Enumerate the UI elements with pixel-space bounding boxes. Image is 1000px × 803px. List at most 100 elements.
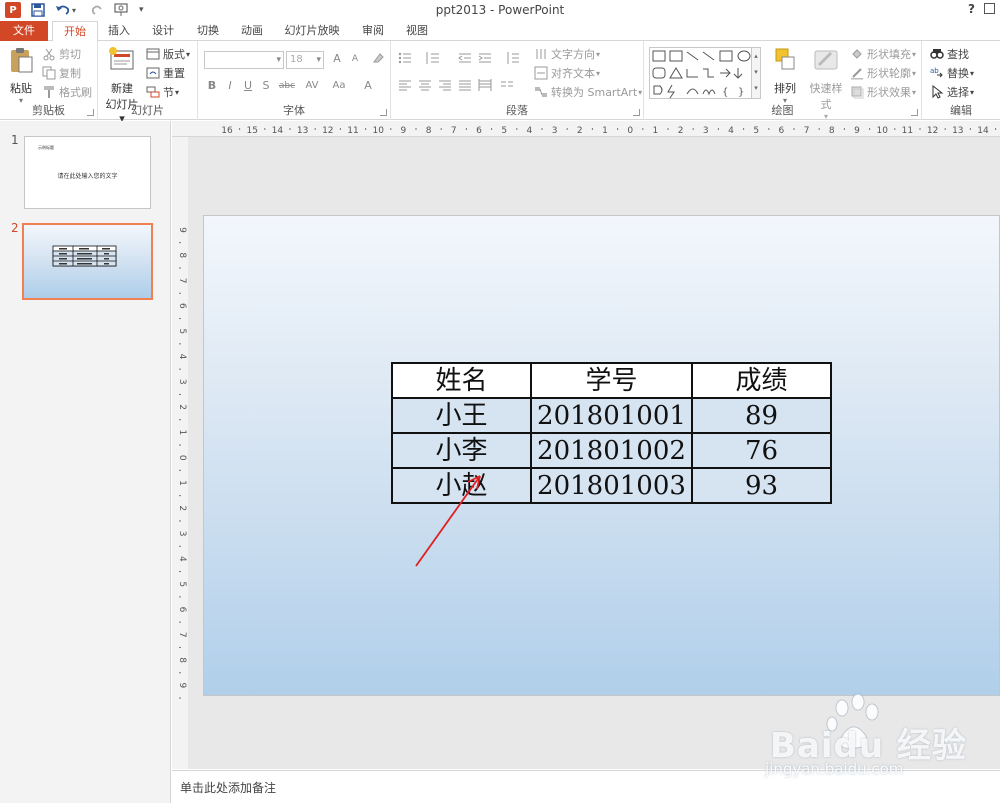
ruler-tick	[289, 128, 291, 130]
italic-button[interactable]: I	[222, 78, 238, 94]
replace-button[interactable]: ab 替换 ▾	[930, 64, 974, 82]
paragraph-launcher-icon[interactable]	[633, 109, 640, 116]
header-cell-score[interactable]: 成绩	[691, 362, 832, 399]
align-left-icon[interactable]	[397, 78, 413, 94]
ruler-tick	[365, 128, 367, 130]
ruler-label: 8	[177, 252, 187, 258]
underline-button[interactable]: U	[240, 78, 256, 94]
table-cell[interactable]: 201801003	[530, 467, 693, 504]
strikethrough-button[interactable]: abc	[276, 78, 298, 94]
ruler-tick	[179, 368, 181, 370]
ruler-tick	[179, 571, 181, 573]
change-case-button[interactable]: Aa	[328, 78, 350, 94]
shadow-button[interactable]: S	[258, 78, 274, 94]
arrange-button[interactable]: 排列 ▾	[769, 45, 801, 105]
tab-insert[interactable]: 插入	[100, 21, 138, 41]
align-text-button[interactable]: 对齐文本 ▾	[534, 64, 600, 82]
tab-file[interactable]: 文件	[0, 21, 48, 41]
format-painter-label: 格式刷	[59, 86, 92, 99]
header-cell-name[interactable]: 姓名	[391, 362, 532, 399]
cut-button[interactable]: 剪切	[42, 45, 81, 63]
ruler-label: 4	[177, 354, 187, 360]
font-color-button[interactable]: A	[360, 78, 376, 94]
restore-window-icon[interactable]	[984, 3, 995, 14]
font-size-combo[interactable]: 18	[286, 51, 324, 69]
slide-thumbnail-2[interactable]	[22, 223, 153, 300]
ruler-tick	[179, 242, 181, 244]
shape-fill-button[interactable]: 形状填充 ▾	[850, 45, 916, 63]
ruler-tick	[179, 267, 181, 269]
ruler-label: 9	[854, 126, 860, 136]
reset-button[interactable]: 重置	[146, 64, 185, 82]
shapes-scroll-icon[interactable]: ▴ ▾ ▾	[751, 47, 761, 99]
shape-outline-button[interactable]: 形状轮廓 ▾	[850, 64, 916, 82]
ruler-tick	[692, 128, 694, 130]
shrink-font-button[interactable]: A	[347, 51, 363, 67]
student-table[interactable]: 姓名 学号 成绩 小王 201801001 89 小李 201801002 76…	[391, 362, 832, 504]
section-button[interactable]: 节 ▾	[146, 83, 179, 101]
tab-design[interactable]: 设计	[144, 21, 182, 41]
slides-group: 新建 幻灯片 ▾ 版式 ▾ 重置 节 ▾ 幻灯片	[98, 41, 198, 125]
table-cell[interactable]: 小王	[391, 397, 532, 434]
font-name-combo[interactable]	[204, 51, 284, 69]
clear-format-icon[interactable]	[370, 51, 386, 67]
numbering-icon[interactable]	[425, 51, 441, 67]
drawing-launcher-icon[interactable]	[911, 109, 918, 116]
tab-animations[interactable]: 动画	[233, 21, 271, 41]
help-icon[interactable]: ?	[968, 2, 975, 16]
table-cell[interactable]: 小赵	[391, 467, 532, 504]
font-group-label: 字体	[283, 104, 305, 117]
increase-indent-icon[interactable]	[477, 51, 493, 67]
clipboard-launcher-icon[interactable]	[87, 109, 94, 116]
table-cell[interactable]: 93	[691, 467, 832, 504]
ruler-label: 3	[703, 126, 709, 136]
ruler-tick	[566, 128, 568, 130]
bold-button[interactable]: B	[204, 78, 220, 94]
ruler-label: 6	[177, 607, 187, 613]
new-slide-icon	[109, 47, 134, 70]
table-cell[interactable]: 201801001	[530, 397, 693, 434]
table-cell[interactable]: 76	[691, 432, 832, 469]
layout-button[interactable]: 版式 ▾	[146, 45, 190, 63]
copy-button[interactable]: 复制	[42, 64, 81, 82]
ruler-label: 15	[246, 126, 257, 136]
ruler-tick	[179, 469, 181, 471]
find-button[interactable]: 查找	[930, 45, 969, 63]
header-cell-id[interactable]: 学号	[530, 362, 693, 399]
ruler-label: 2	[577, 126, 583, 136]
thumbnail-1-title: 示例标题	[38, 145, 54, 150]
distributed-icon[interactable]	[477, 78, 493, 94]
clipboard-group: 粘贴 ▾ 剪切 复制 格式刷 剪贴板	[0, 41, 98, 120]
tab-home[interactable]: 开始	[52, 21, 98, 42]
tab-transitions[interactable]: 切换	[189, 21, 227, 41]
tab-slideshow[interactable]: 幻灯片放映	[280, 21, 344, 41]
tab-review[interactable]: 审阅	[354, 21, 392, 41]
decrease-indent-icon[interactable]	[457, 51, 473, 67]
ruler-tick	[617, 128, 619, 130]
table-cell[interactable]: 201801002	[530, 432, 693, 469]
shape-outline-label: 形状轮廓	[867, 67, 911, 80]
ruler-label: 5	[177, 328, 187, 334]
select-button[interactable]: 选择 ▾	[930, 83, 974, 101]
thumbnail-1-body: 请在此处输入您的文字	[57, 173, 118, 180]
shapes-gallery[interactable]: {}	[649, 47, 761, 99]
slide-thumbnail-1[interactable]: 示例标题 请在此处输入您的文字	[24, 136, 151, 209]
table-cell[interactable]: 小李	[391, 432, 532, 469]
bullets-icon[interactable]	[397, 51, 413, 67]
font-launcher-icon[interactable]	[380, 109, 387, 116]
format-painter-button[interactable]: 格式刷	[42, 83, 92, 101]
shape-effects-button[interactable]: 形状效果 ▾	[850, 83, 916, 101]
justify-icon[interactable]	[457, 78, 473, 94]
text-direction-button[interactable]: 文字方向 ▾	[534, 45, 600, 63]
grow-font-button[interactable]: A	[329, 51, 345, 67]
select-cursor-icon	[932, 85, 944, 99]
convert-smartart-button[interactable]: 转换为 SmartArt ▾	[534, 83, 642, 101]
tab-view[interactable]: 视图	[398, 21, 436, 41]
columns-icon[interactable]	[499, 78, 515, 94]
align-right-icon[interactable]	[437, 78, 453, 94]
table-cell[interactable]: 89	[691, 397, 832, 434]
paste-button[interactable]: 粘贴 ▾	[5, 45, 37, 105]
line-spacing-icon[interactable]	[505, 51, 521, 67]
align-center-icon[interactable]	[417, 78, 433, 94]
char-spacing-button[interactable]: AV	[301, 78, 323, 94]
